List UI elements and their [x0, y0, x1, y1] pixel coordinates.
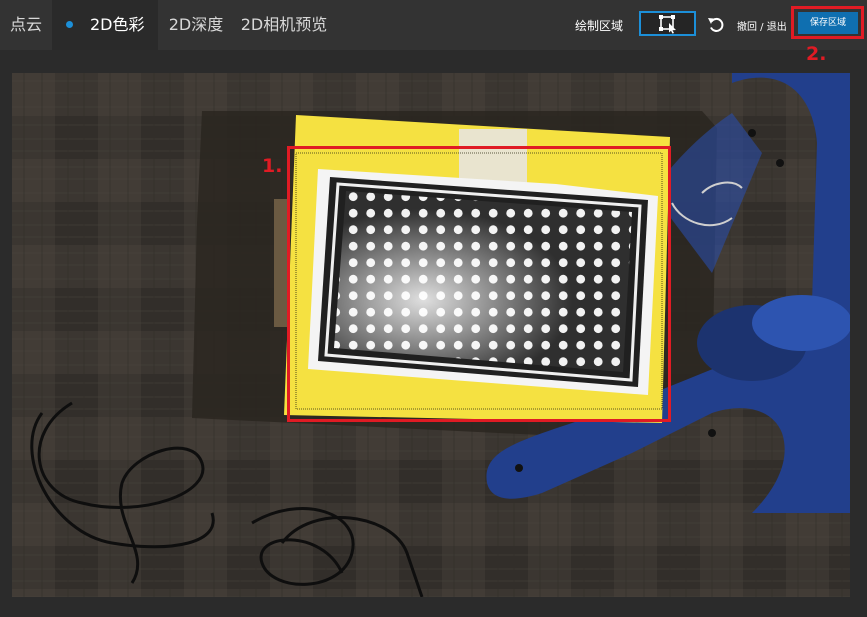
- annotation-step-1: 1.: [262, 155, 283, 177]
- draw-region-label: 绘制区域: [575, 19, 624, 33]
- tab-label: 点云: [9, 15, 42, 34]
- region-select-icon: [659, 15, 676, 34]
- camera-image-viewport[interactable]: [12, 73, 850, 597]
- save-region-button[interactable]: 保存区域: [798, 12, 858, 34]
- tab-point-cloud[interactable]: 点云: [0, 0, 52, 50]
- tab-2d-depth[interactable]: 2D深度: [160, 0, 232, 50]
- undo-exit-label: 撤回 / 退出: [737, 22, 787, 33]
- draw-region-button[interactable]: [639, 11, 696, 36]
- camera-color-image: [12, 73, 850, 597]
- tab-2d-camera-preview[interactable]: 2D相机预览: [234, 0, 334, 50]
- tab-label: 2D色彩: [90, 15, 145, 34]
- annotation-step-2: 2.: [806, 43, 827, 65]
- top-toolbar: 点云 2D色彩 2D深度 2D相机预览 绘制区域 撤回 / 退出 保存区域: [0, 0, 867, 50]
- tab-label: 2D相机预览: [240, 15, 328, 34]
- tab-label: 2D深度: [168, 15, 224, 34]
- active-dot-icon: [66, 21, 73, 28]
- tab-2d-color[interactable]: 2D色彩: [52, 0, 158, 50]
- undo-icon[interactable]: [706, 14, 726, 34]
